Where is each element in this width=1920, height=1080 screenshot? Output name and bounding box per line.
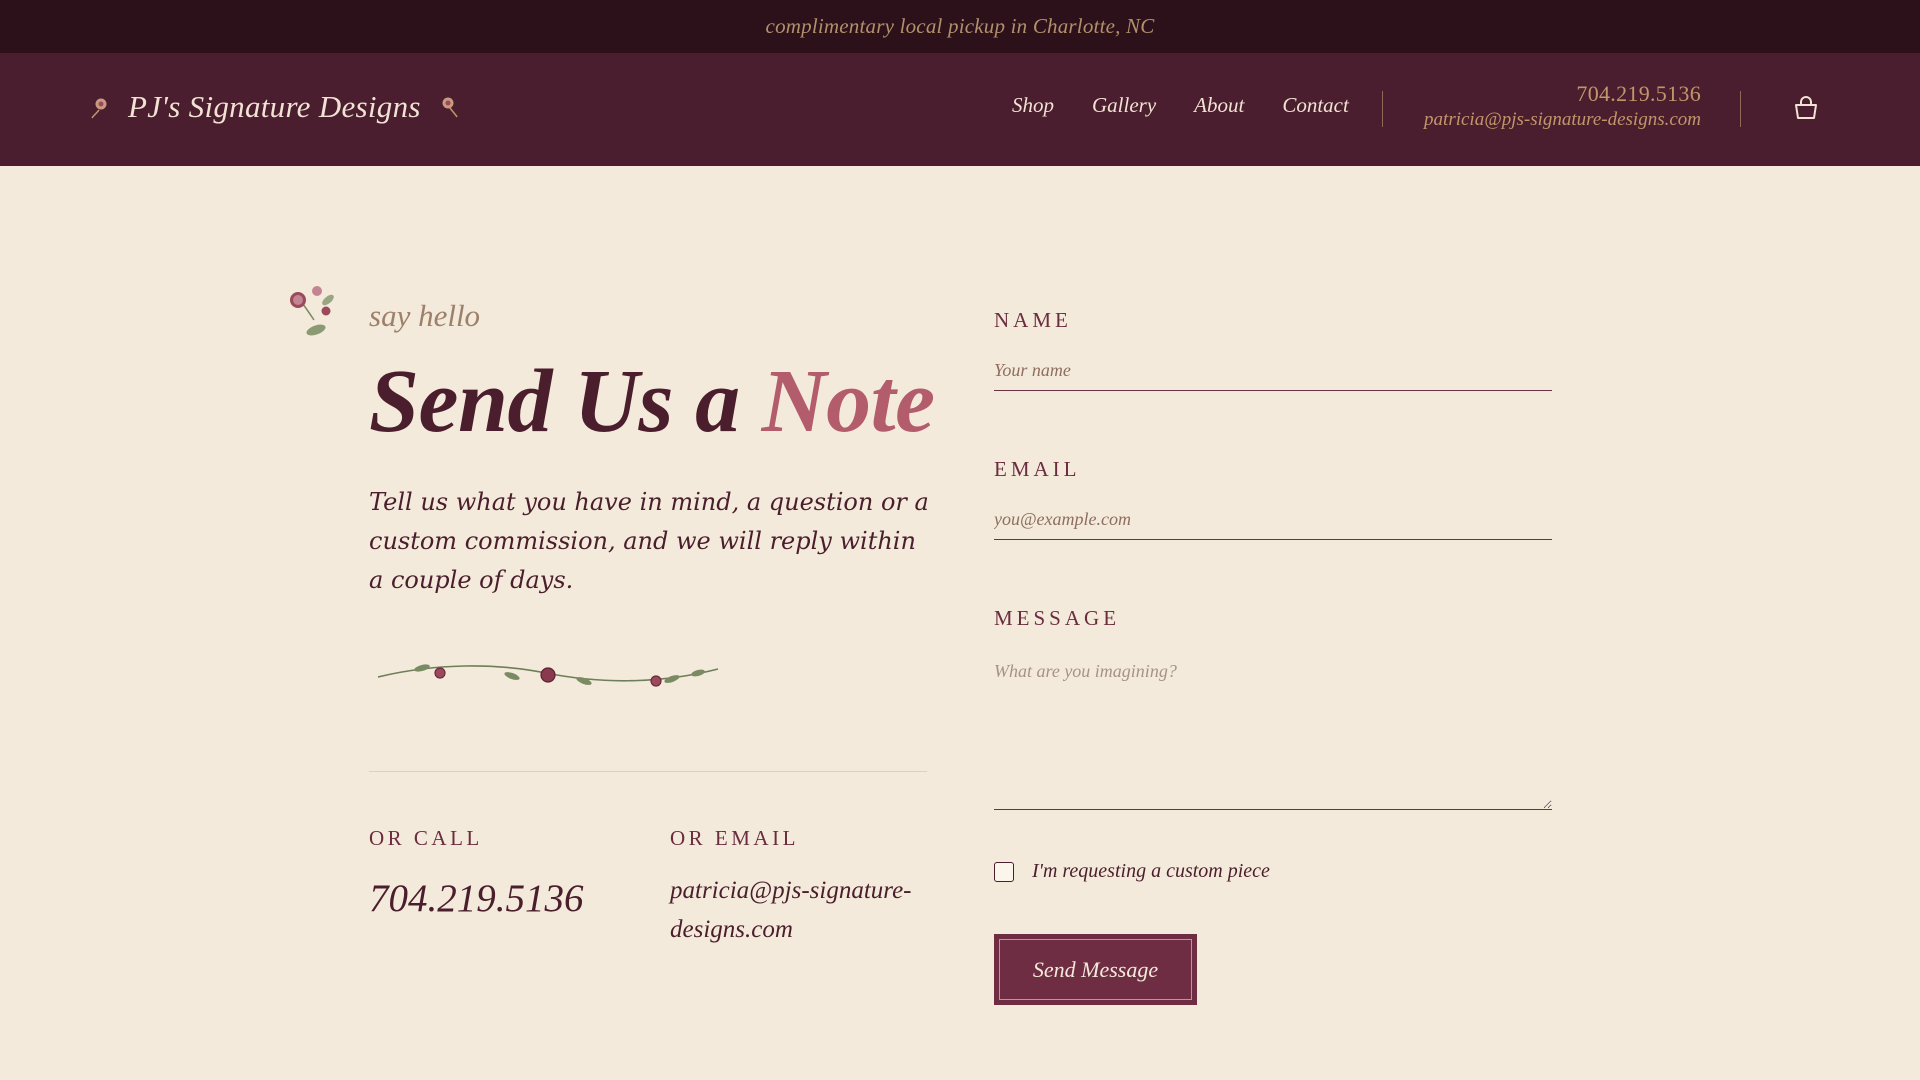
header-contact: 704.219.5136 patricia@pjs-signature-desi… bbox=[1424, 81, 1701, 133]
sprig-icon bbox=[290, 286, 334, 336]
flower-icon bbox=[442, 97, 458, 118]
header-divider bbox=[1740, 91, 1741, 127]
page-title: Send Us a Note bbox=[369, 352, 935, 452]
title-accent: Note bbox=[761, 352, 935, 451]
eyebrow: say hello bbox=[369, 298, 481, 333]
brand-name: PJ's Signature Designs bbox=[128, 89, 421, 124]
header-email-link[interactable]: patricia@pjs-signature-designs.com bbox=[1424, 107, 1701, 133]
nav-shop[interactable]: Shop bbox=[1012, 93, 1054, 118]
vine-divider bbox=[377, 664, 719, 687]
nav-contact[interactable]: Contact bbox=[1282, 93, 1349, 118]
promo-bar: complimentary local pickup in Charlotte,… bbox=[0, 0, 1920, 53]
custom-piece-option[interactable]: I'm requesting a custom piece bbox=[994, 860, 1270, 883]
name-label: NAME bbox=[994, 308, 1072, 332]
phone-link[interactable]: 704.219.5136 bbox=[369, 876, 584, 921]
custom-piece-checkbox[interactable] bbox=[994, 861, 1014, 882]
email-field-label: EMAIL bbox=[994, 457, 1081, 481]
section-rule bbox=[369, 771, 927, 772]
header-divider bbox=[1382, 91, 1383, 127]
brand-logo[interactable]: PJ's Signature Designs bbox=[90, 87, 459, 127]
message-textarea[interactable] bbox=[994, 655, 1552, 810]
title-main: Send Us a bbox=[369, 352, 762, 451]
message-label: MESSAGE bbox=[994, 606, 1121, 630]
email-input[interactable] bbox=[994, 500, 1552, 540]
send-message-button[interactable]: Send Message bbox=[994, 934, 1197, 1005]
email-label: OR EMAIL bbox=[670, 826, 799, 850]
site-header: PJ's Signature Designs Shop Gallery Abou… bbox=[0, 53, 1920, 166]
nav-gallery[interactable]: Gallery bbox=[1092, 93, 1156, 118]
cart-icon[interactable] bbox=[1792, 94, 1820, 122]
email-link[interactable]: patricia@pjs-signature-designs.com bbox=[670, 871, 920, 949]
header-phone-link[interactable]: 704.219.5136 bbox=[1424, 81, 1701, 107]
promo-text: complimentary local pickup in Charlotte,… bbox=[765, 14, 1155, 38]
nav-about[interactable]: About bbox=[1194, 93, 1244, 118]
send-message-label: Send Message bbox=[999, 939, 1192, 1000]
flower-icon bbox=[91, 98, 107, 119]
custom-piece-label[interactable]: I'm requesting a custom piece bbox=[1032, 860, 1270, 883]
intro-text: Tell us what you have in mind, a questio… bbox=[369, 488, 929, 594]
main-nav: Shop Gallery About Contact bbox=[1012, 93, 1349, 118]
call-label: OR CALL bbox=[369, 826, 483, 850]
name-input[interactable] bbox=[994, 351, 1552, 391]
